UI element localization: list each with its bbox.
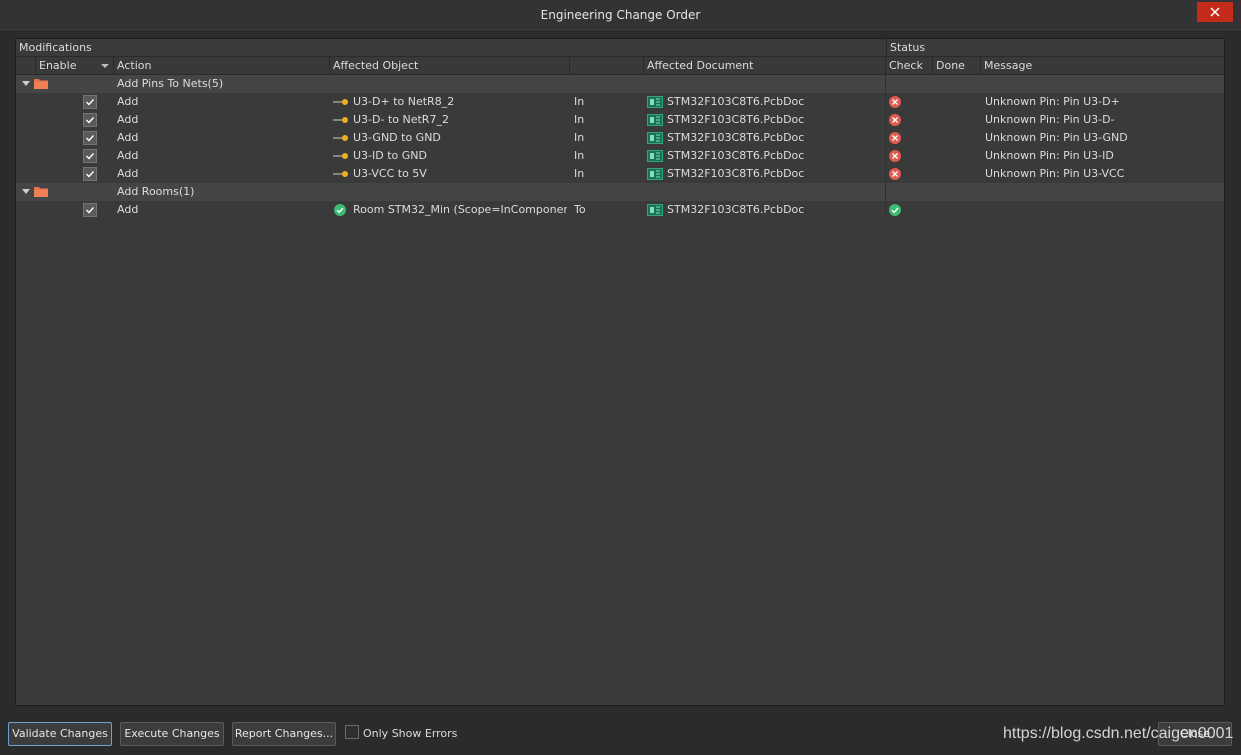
pcb-document-icon [647,204,663,216]
col-header-enable-label: Enable [39,59,77,72]
col-header-message[interactable]: Message [981,57,1224,75]
collapse-toggle-icon[interactable] [22,189,30,194]
sort-dropdown-icon[interactable] [101,64,109,68]
col-header-enable[interactable]: Enable [36,57,114,75]
col-header-affected-object[interactable]: Affected Object [330,57,570,75]
col-header-action[interactable]: Action [114,57,330,75]
room-icon [334,204,346,216]
enable-checkbox[interactable] [83,203,97,217]
pcb-document-icon [647,132,663,144]
pcb-document-icon [647,150,663,162]
error-icon [889,168,901,180]
message-cell: Unknown Pin: Pin U3-D- [985,113,1115,126]
success-icon [889,204,901,216]
affected-object-cell: Room STM32_Min (Scope=InComponentCl [353,203,567,216]
error-icon [889,132,901,144]
pcb-document-icon [647,96,663,108]
direction-cell: To [574,203,586,216]
group-label: Add Rooms(1) [117,185,195,198]
group-label: Add Pins To Nets(5) [117,77,224,90]
affected-object-cell: U3-D- to NetR7_2 [353,113,449,126]
affected-document-cell: STM32F103C8T6.PcbDoc [667,113,805,126]
collapse-toggle-icon[interactable] [22,81,30,86]
message-cell: Unknown Pin: Pin U3-VCC [985,167,1125,180]
col-header-affected-document[interactable]: Affected Document [644,57,886,75]
folder-icon [34,79,48,89]
action-cell: Add [117,149,139,162]
validate-changes-button[interactable]: Validate Changes [8,722,112,746]
net-icon [333,153,348,159]
affected-object-cell: U3-ID to GND [353,149,427,162]
col-header-done[interactable]: Done [933,57,981,75]
folder-icon [34,187,48,197]
direction-cell: In [574,131,585,144]
message-cell: Unknown Pin: Pin U3-D+ [985,95,1120,108]
pcb-document-icon [647,114,663,126]
enable-checkbox[interactable] [83,167,97,181]
table-row[interactable]: Add U3-D- to NetR7_2 In STM32F103C8T6.PcbDo… [16,111,1224,129]
direction-cell: In [574,95,585,108]
report-changes-button[interactable]: Report Changes... [232,722,336,746]
group-row[interactable]: Add Rooms(1) [16,183,1224,201]
only-show-errors-checkbox[interactable] [345,725,359,739]
action-cell: Add [117,95,139,108]
changes-table: Modifications Status Enable Action Affec… [15,38,1225,706]
enable-checkbox[interactable] [83,131,97,145]
only-show-errors-label: Only Show Errors [363,727,458,740]
net-icon [333,99,348,105]
affected-object-cell: U3-VCC to 5V [353,167,427,180]
table-row[interactable]: Add U3-ID to GND In STM32F103C8T6.PcbDoc Unk… [16,147,1224,165]
group-header-status: Status [886,39,1224,57]
enable-checkbox[interactable] [83,149,97,163]
direction-cell: In [574,113,585,126]
enable-checkbox[interactable] [83,95,97,109]
net-icon [333,117,348,123]
group-header-modifications: Modifications [16,39,886,57]
col-header-check[interactable]: Check [886,57,933,75]
title-bar: Engineering Change Order [0,0,1241,30]
error-icon [889,114,901,126]
affected-document-cell: STM32F103C8T6.PcbDoc [667,149,805,162]
net-icon [333,135,348,141]
pcb-document-icon [647,168,663,180]
net-icon [333,171,348,177]
window-close-button[interactable] [1197,2,1233,22]
message-cell: Unknown Pin: Pin U3-GND [985,131,1128,144]
action-cell: Add [117,167,139,180]
table-row[interactable]: Add U3-VCC to 5V In STM32F103C8T6.PcbDoc Unk… [16,165,1224,183]
button-bar: Validate Changes Execute Changes Report … [0,715,1241,755]
affected-object-cell: U3-D+ to NetR8_2 [353,95,455,108]
execute-changes-button[interactable]: Execute Changes [120,722,224,746]
action-cell: Add [117,131,139,144]
group-row[interactable]: Add Pins To Nets(5) [16,75,1224,93]
error-icon [889,96,901,108]
action-cell: Add [117,203,139,216]
affected-document-cell: STM32F103C8T6.PcbDoc [667,131,805,144]
table-row[interactable]: Add U3-GND to GND In STM32F103C8T6.PcbDoc Un… [16,129,1224,147]
col-header-expander [16,57,36,75]
window-title: Engineering Change Order [540,8,701,22]
affected-document-cell: STM32F103C8T6.PcbDoc [667,167,805,180]
affected-object-cell: U3-GND to GND [353,131,441,144]
table-row[interactable]: Add Room STM32_Min (Scope=InComponentCl To… [16,201,1224,219]
error-icon [889,150,901,162]
col-header-direction[interactable] [570,57,644,75]
affected-document-cell: STM32F103C8T6.PcbDoc [667,95,805,108]
action-cell: Add [117,113,139,126]
direction-cell: In [574,149,585,162]
enable-checkbox[interactable] [83,113,97,127]
direction-cell: In [574,167,585,180]
watermark-text: https://blog.csdn.net/caigen0001 [1003,725,1234,742]
table-row[interactable]: Add U3-D+ to NetR8_2 In STM32F103C8T6.PcbDo… [16,93,1224,111]
message-cell: Unknown Pin: Pin U3-ID [985,149,1114,162]
close-icon [1210,7,1220,17]
affected-document-cell: STM32F103C8T6.PcbDoc [667,203,805,216]
